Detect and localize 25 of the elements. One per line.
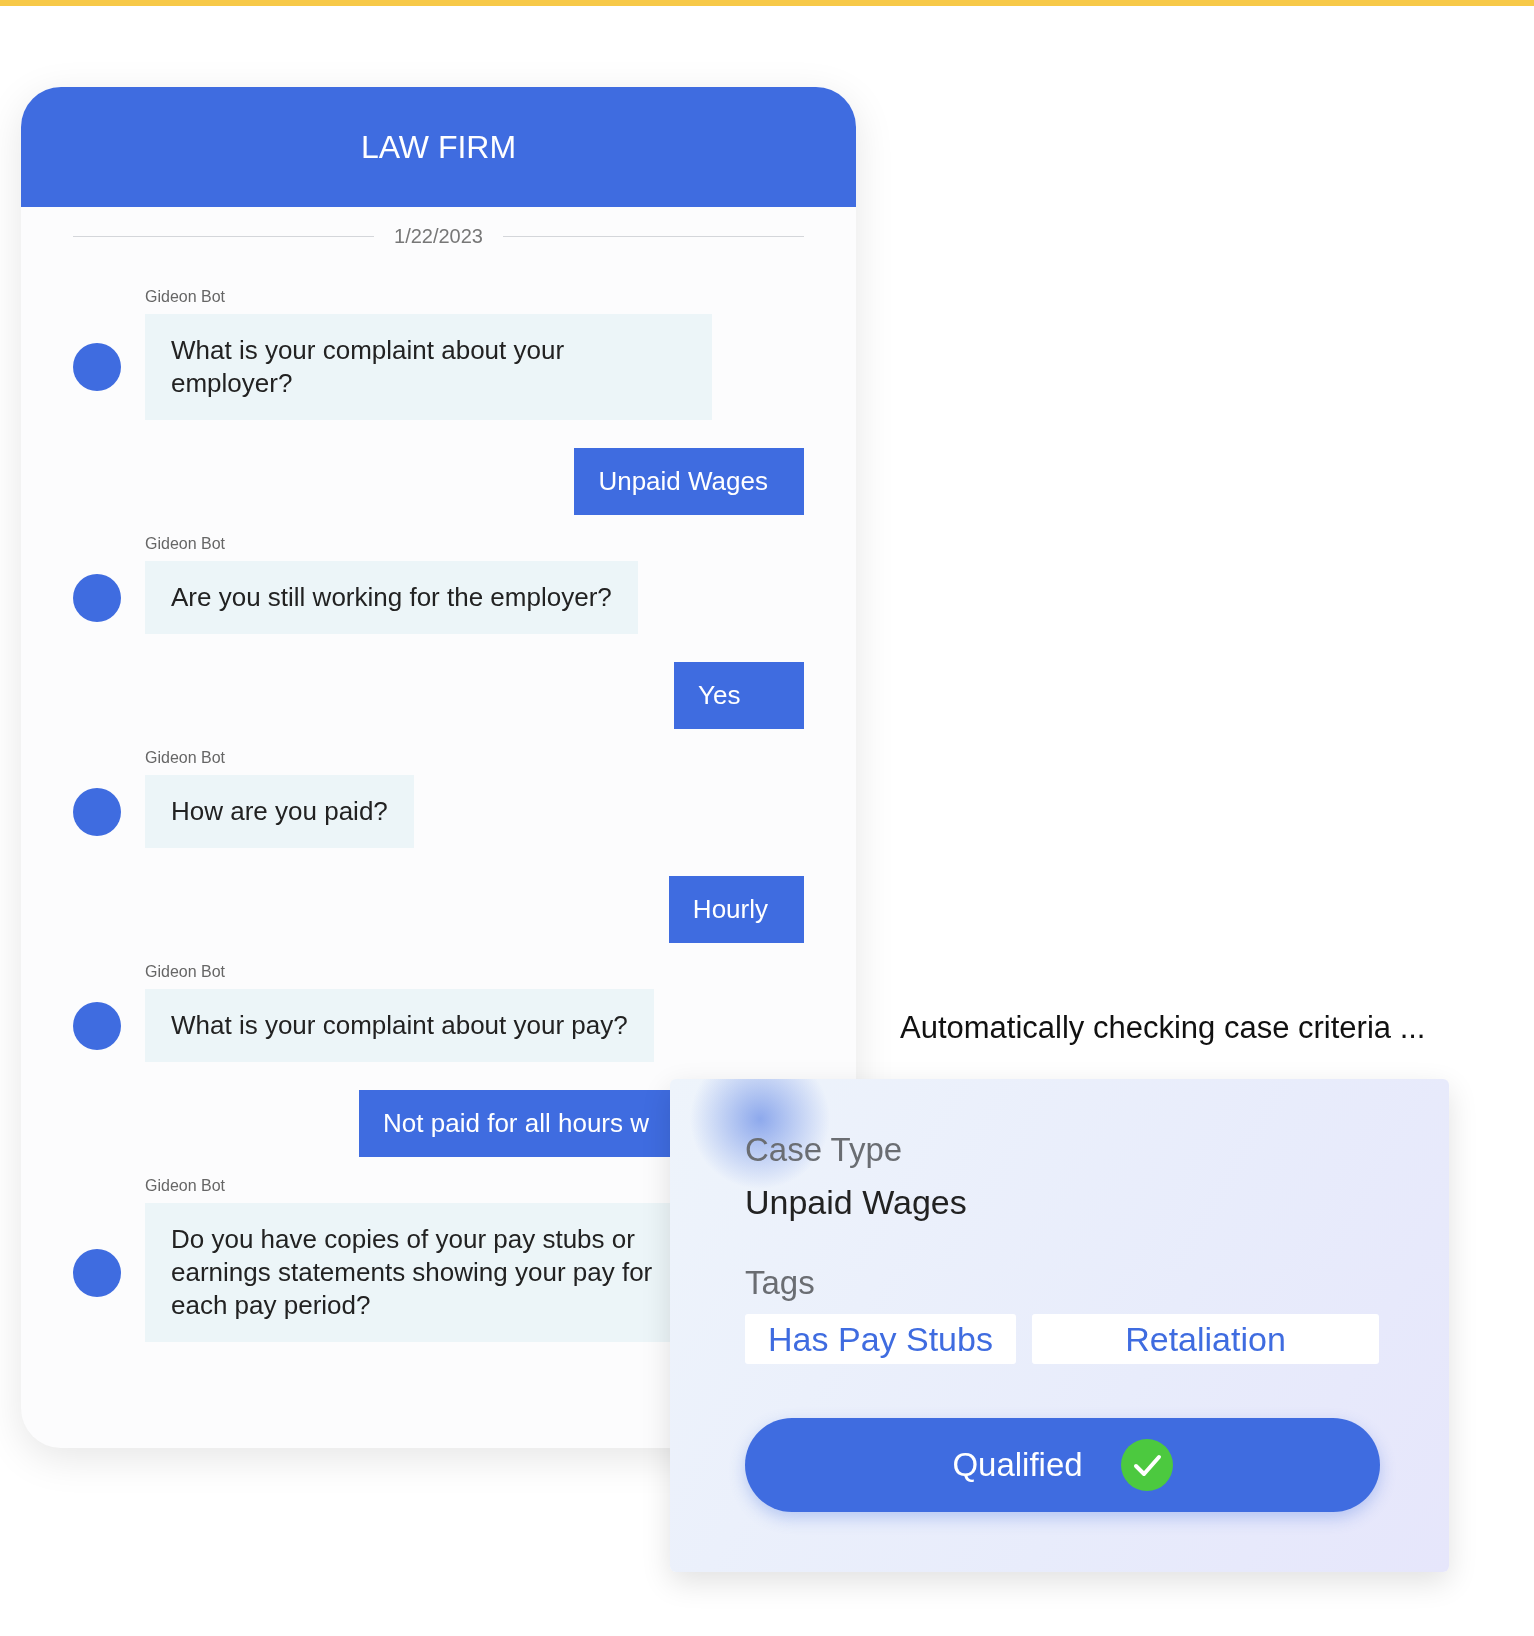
bot-message: How are you paid?	[145, 775, 414, 848]
status-caption: Automatically checking case criteria ...	[900, 1010, 1426, 1046]
sender-name: Gideon Bot	[145, 1177, 226, 1195]
chat-header: LAW FIRM	[21, 87, 856, 207]
chat-date: 1/22/2023	[394, 225, 483, 248]
bot-message: What is your complaint about your employer?	[145, 314, 712, 420]
avatar-circle	[73, 1248, 121, 1297]
avatar-circle	[73, 787, 121, 836]
user-reply: Unpaid Wages	[574, 448, 804, 515]
avatar-circle	[73, 573, 121, 622]
user-reply: Yes	[674, 662, 804, 729]
sender-name: Gideon Bot	[145, 749, 226, 767]
sender-name: Gideon Bot	[145, 288, 226, 306]
user-reply: Hourly	[668, 876, 804, 943]
tag: Has Pay Stubs	[745, 1314, 1016, 1364]
avatar-circle	[73, 1001, 121, 1050]
bot-message: What is your complaint about your pay?	[145, 989, 654, 1062]
case-type-value: Unpaid Wages	[745, 1183, 967, 1222]
bot-message: Are you still working for the employer?	[145, 561, 638, 634]
status-label: Qualified	[952, 1446, 1083, 1484]
sender-name: Gideon Bot	[145, 963, 226, 981]
tags-label: Tags	[745, 1264, 815, 1302]
sender-name: Gideon Bot	[145, 535, 226, 553]
avatar-circle	[73, 343, 121, 391]
tag: Retaliation	[1032, 1314, 1379, 1364]
